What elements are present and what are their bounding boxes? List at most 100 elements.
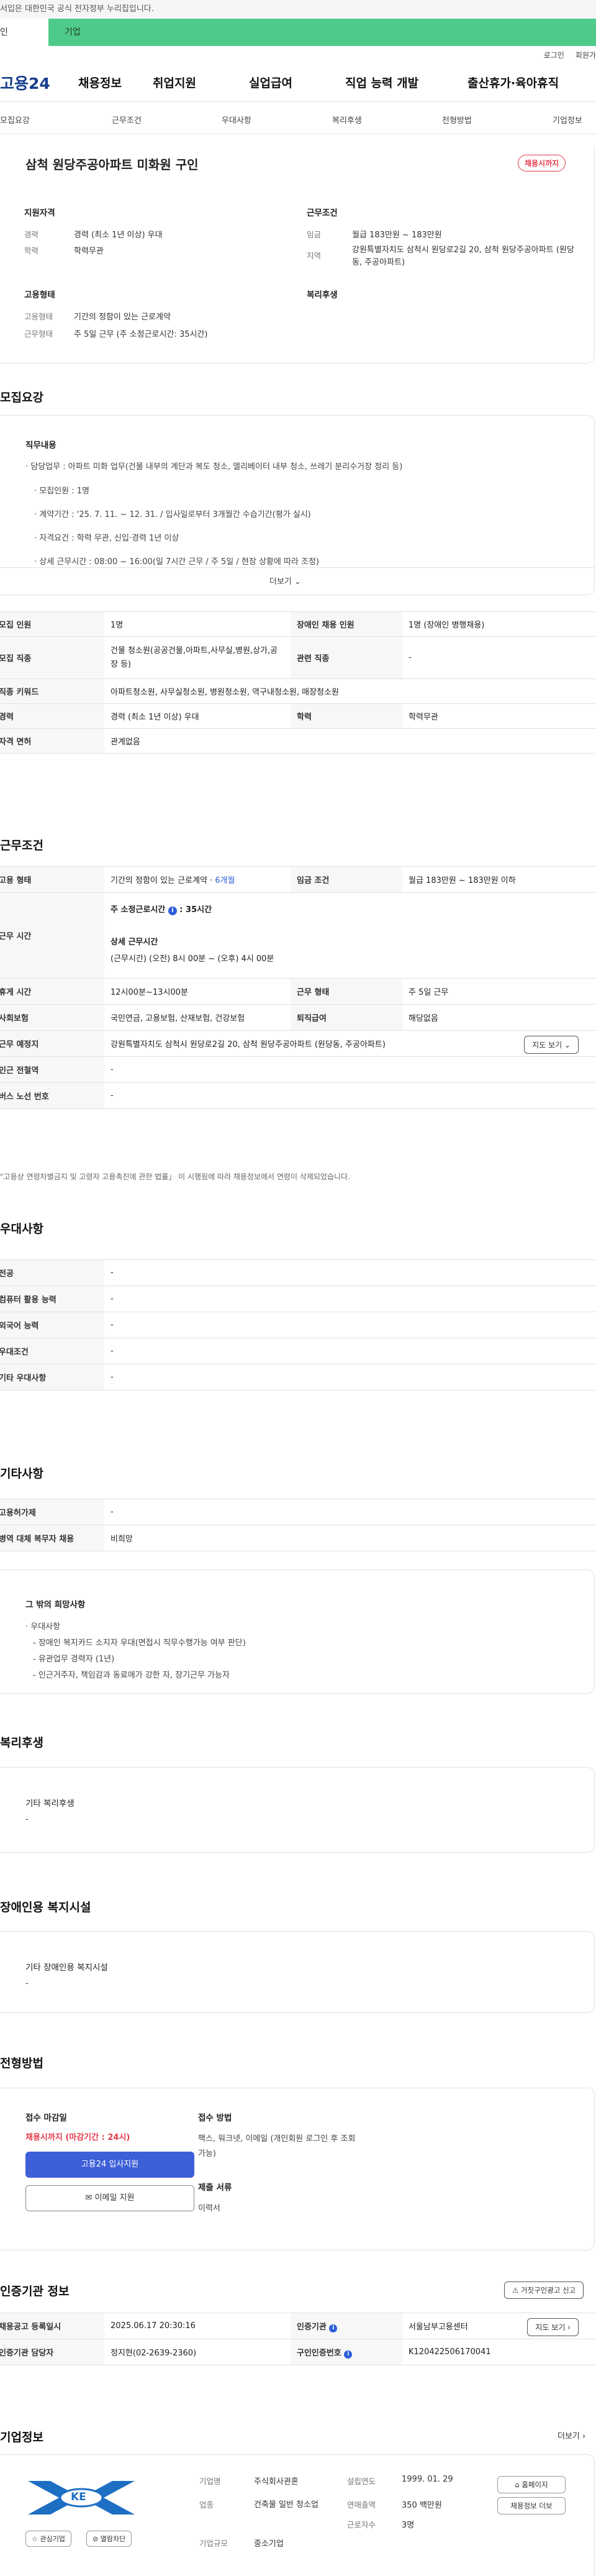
- menu-jobs[interactable]: 채용정보: [78, 74, 153, 91]
- cell-value: -: [104, 1499, 596, 1525]
- company-info-key: 연매출액: [347, 2500, 376, 2510]
- homepage-button[interactable]: ⌂ 홈페이지: [497, 2476, 566, 2493]
- login-link[interactable]: 로그인: [544, 50, 564, 60]
- block-view-button[interactable]: ⊘ 열람차단: [86, 2531, 132, 2547]
- tab-preference[interactable]: 우대사항: [222, 114, 251, 126]
- tab-screening[interactable]: 전형방법: [442, 114, 472, 126]
- tab-workcond[interactable]: 근무조건: [112, 114, 142, 126]
- info-icon[interactable]: i: [329, 2324, 338, 2332]
- company-logo: KE: [25, 2477, 137, 2518]
- disability-card: 기타 장애인용 복지시설 -: [0, 1931, 595, 2013]
- apply-button[interactable]: 고용24 입사지원: [25, 2152, 194, 2178]
- cell-value: -: [104, 1082, 596, 1109]
- cell-header: 관련 직종: [291, 636, 402, 679]
- menu-vocational[interactable]: 직업 능력 개발: [345, 74, 467, 91]
- false-ad-report-button[interactable]: ⚠ 거짓구인광고 신고: [504, 2281, 584, 2299]
- logo-text: KE: [71, 2491, 86, 2503]
- menu-employment-support[interactable]: 취업지원: [153, 74, 249, 91]
- info-icon[interactable]: i: [344, 2350, 353, 2359]
- info-icon[interactable]: i: [168, 907, 177, 915]
- cell-header: 인증기관: [297, 2322, 327, 2332]
- more-button[interactable]: 더보기 ⌄: [269, 575, 301, 587]
- agency-section-title: 인증기관 정보: [0, 2285, 70, 2298]
- cell-value: 경력 (최소 1년 이상) 우대: [104, 703, 291, 729]
- qual-val: 경력 (최소 1년 이상) 우대: [74, 231, 163, 240]
- green-bar-label[interactable]: 기업: [65, 19, 81, 46]
- recruit-section-title: 모집요강: [0, 391, 43, 404]
- interest-company-button[interactable]: ☆ 관심기업: [25, 2531, 71, 2547]
- cell-value: 12시00분~13시00분: [104, 978, 291, 1005]
- deadline-title: 접수 마감일: [25, 2113, 67, 2123]
- cell-value: -: [402, 636, 596, 679]
- company-info-val: 1999. 01. 29: [402, 2475, 453, 2484]
- cell-header: 경력: [0, 703, 104, 729]
- cell-value: 정지현(02-2639-2360): [104, 2339, 291, 2365]
- cell-value: 1명: [104, 611, 291, 637]
- company-info-val: 중소기업: [254, 2539, 284, 2549]
- welfare-card: 기타 복리후생 -: [0, 1767, 595, 1853]
- other-wishes-title: 그 밖의 희망사항: [25, 1600, 86, 1610]
- tab-welfare[interactable]: 복리후생: [332, 114, 362, 126]
- block-icon: ⊘: [93, 2535, 99, 2543]
- company-jobs-button[interactable]: 채용정보 더보: [497, 2497, 566, 2514]
- screening-section-title: 전형방법: [0, 2057, 43, 2070]
- interest-company-label: 관심기업: [40, 2535, 65, 2543]
- email-apply-button[interactable]: ✉ 이메일 지원: [25, 2185, 194, 2211]
- cell-value: 학력무관: [402, 703, 596, 729]
- cell-header: 인증기관 담당자: [0, 2339, 104, 2365]
- other-wishes-line: · 우대사항: [25, 1622, 61, 1632]
- cell-header: 퇴직급여: [291, 1004, 402, 1031]
- cell-header: 컴퓨터 활용 능력: [0, 1286, 104, 1312]
- qual-title: 지원자격: [24, 208, 55, 218]
- method-title: 접수 방법: [198, 2113, 232, 2123]
- company-info-key: 기업규모: [199, 2539, 228, 2548]
- menu-unemployment[interactable]: 실업급여: [249, 74, 345, 91]
- section-tabs: 모집요강 근무조건 우대사항 복리후생 전형방법 기업정보: [0, 102, 596, 134]
- cell-value: 기간의 정함이 있는 근로계약 ·: [111, 876, 215, 885]
- menu-parental-leave[interactable]: 출산휴가·육아휴직: [467, 74, 559, 91]
- map-view-button[interactable]: 지도 보기 ⌄: [524, 1036, 579, 1054]
- company-info-val: 건축물 일반 청소업: [254, 2500, 318, 2510]
- cell-header: 근무 예정지: [0, 1030, 104, 1057]
- cell-header: 자격 면허: [0, 728, 104, 754]
- cell-value: -: [104, 1056, 596, 1083]
- cell-value: -: [104, 1364, 596, 1391]
- cell-header: 근무 시간: [0, 892, 104, 979]
- job-desc-line: · 자격요건 : 학력 무관, 신입·경력 1년 이상: [34, 534, 179, 543]
- cell-value: 주 5일 근무: [402, 978, 596, 1005]
- cell-header: 고용허가제: [0, 1499, 104, 1525]
- signup-link[interactable]: 회원가: [576, 50, 596, 60]
- tab-recruit[interactable]: 모집요강: [0, 114, 30, 126]
- recruit-table: 모집 인원 1명 장애인 채용 인원 1명 (장애인 병행채용) 모집 직종 건…: [0, 611, 596, 754]
- deadline-value: 채용시까지 (마감기간 : 24시): [25, 2133, 130, 2142]
- job-desc-title: 직무내용: [25, 441, 56, 450]
- company-info-key: 기업명: [199, 2477, 221, 2486]
- other-wishes-line: - 장애인 복지카드 소지자 우대(면접시 직무수행가능 여부 판단): [33, 1638, 246, 1648]
- cell-header: 학력: [291, 703, 402, 729]
- tab-company[interactable]: 기업정보: [553, 114, 582, 126]
- cell-header: 우대조건: [0, 1338, 104, 1364]
- detail-hours-title: 상세 근무시간: [111, 938, 158, 947]
- company-more-link[interactable]: 더보기 ›: [558, 2429, 585, 2441]
- weekly-hours-label: 주 소정근로시간: [111, 905, 166, 915]
- homepage-label: 홈페이지: [522, 2480, 548, 2489]
- cell-header: 사회보험: [0, 1004, 104, 1031]
- qual-key: 경력: [24, 230, 39, 239]
- site-logo[interactable]: 고용24: [0, 71, 78, 94]
- age-notice: "고용상 연령차별금지 및 고령자 고용촉진에 관한 법률」 이 시행됨에 따라…: [0, 1172, 350, 1181]
- emp-key: 근무형태: [24, 329, 53, 339]
- pref-section-title: 우대사항: [0, 1222, 43, 1236]
- agency-map-button[interactable]: 지도 보기 ›: [527, 2318, 579, 2336]
- pref-table: 전공 - 컴퓨터 활용 능력 - 외국어 능력 - 우대조건 - 기타 우대사항 -: [0, 1259, 596, 1391]
- disability-box-value: -: [25, 1979, 29, 1988]
- other-wishes-line: - 유관업무 경력자 (1년): [33, 1655, 115, 1664]
- docs-value: 이력서: [198, 2204, 220, 2213]
- emp-val: 주 5일 근무 (주 소정근로시간: 35시간): [74, 330, 208, 339]
- cell-value: 비희망: [104, 1525, 596, 1551]
- cell-value: 관계없음: [104, 728, 596, 754]
- cell-header: 모집 직종: [0, 636, 104, 679]
- other-wishes-card: 그 밖의 희망사항 · 우대사항 - 장애인 복지카드 소지자 우대(면접시 직…: [0, 1569, 595, 1694]
- cond-val: 강원특별자치도 삼척시 원당로2길 20, 삼척 원당주공아파트 (원당동, 주…: [352, 245, 574, 267]
- cell-header: 고용 형태: [0, 866, 104, 893]
- disability-box-title: 기타 장애인용 복지시설: [25, 1963, 108, 1973]
